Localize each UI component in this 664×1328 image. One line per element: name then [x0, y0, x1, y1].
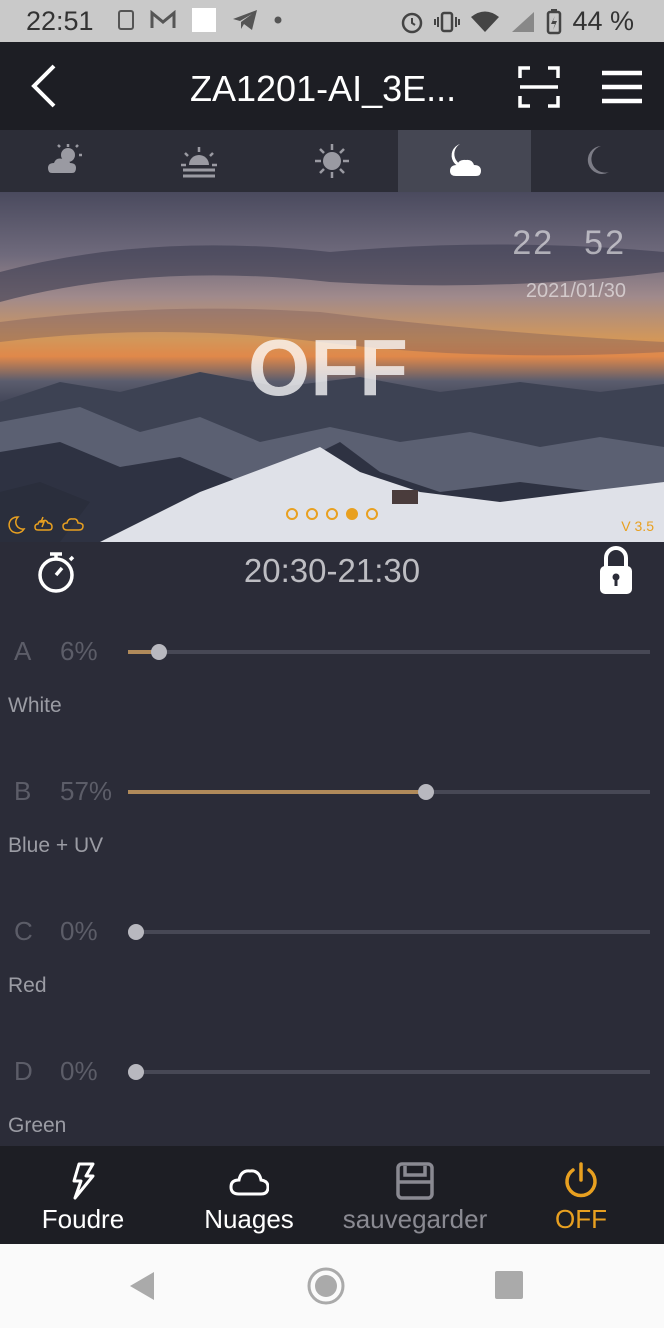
power-icon: [565, 1162, 597, 1198]
bottom-action-bar: Foudre Nuages sauvegarder OFF: [0, 1146, 664, 1244]
back-icon[interactable]: [24, 62, 64, 110]
channel-name: Blue + UV: [8, 834, 104, 857]
channel-letter: B: [14, 776, 32, 806]
page-dot[interactable]: [306, 508, 318, 520]
tab-sun[interactable]: [266, 130, 399, 192]
lock-icon[interactable]: [598, 546, 634, 596]
battery-icon: [547, 8, 562, 34]
lightning-button[interactable]: Foudre: [0, 1146, 166, 1244]
status-bar: 22:51 44 %: [0, 0, 664, 42]
channel-slider[interactable]: [128, 924, 650, 940]
channel-name: White: [8, 694, 62, 717]
lightning-icon: [72, 1162, 95, 1200]
home-circle-icon[interactable]: [306, 1266, 346, 1306]
battery-percent: 44 %: [572, 6, 634, 36]
clock-minute: 52: [584, 224, 626, 262]
page-dot-active[interactable]: [346, 508, 358, 520]
clouds-label: Nuages: [204, 1204, 294, 1234]
wifi-icon: [471, 11, 500, 32]
save-button[interactable]: sauvegarder: [332, 1146, 498, 1244]
slider-thumb[interactable]: [417, 784, 434, 800]
telegram-icon: [233, 10, 257, 30]
power-label: OFF: [555, 1204, 607, 1234]
timer-range: 20:30-21:30: [243, 552, 421, 589]
slider-thumb[interactable]: [128, 924, 144, 940]
clouds-button[interactable]: Nuages: [166, 1146, 332, 1244]
hero-date: 2021/01/30: [525, 280, 626, 302]
scan-icon[interactable]: [518, 66, 560, 108]
lightning-label: Foudre: [41, 1204, 125, 1234]
android-nav-bar: [0, 1244, 664, 1328]
channel-letter: D: [14, 1056, 33, 1086]
mini-moon-icon: [8, 516, 26, 534]
tab-cloudy-sun[interactable]: [0, 130, 133, 192]
page-dot[interactable]: [326, 508, 338, 520]
channel-slider[interactable]: [128, 1064, 650, 1080]
channel-slider[interactable]: [128, 644, 650, 660]
cloud-icon: [229, 1169, 269, 1196]
image-icon: [192, 8, 216, 32]
sim-icon: [118, 10, 134, 30]
slider-thumb[interactable]: [128, 1064, 144, 1080]
clock-hour: 22: [512, 224, 555, 262]
save-label: sauvegarder: [342, 1204, 488, 1234]
tab-moon[interactable]: [531, 130, 664, 192]
timer-row: 20:30-21:30: [0, 542, 664, 602]
signal-icon: [512, 11, 535, 32]
channel-percent: 57%: [60, 776, 113, 806]
status-time: 22:51: [26, 6, 94, 36]
hero-state: OFF: [248, 323, 408, 412]
moon-icon: [587, 146, 609, 174]
channel-name: Red: [8, 974, 47, 997]
channel-letter: A: [14, 636, 32, 666]
app-header: ZA1201-AI_3E...: [0, 42, 664, 130]
slider-thumb[interactable]: [151, 644, 168, 660]
recents-square-icon[interactable]: [490, 1266, 530, 1306]
vibrate-icon: [434, 11, 461, 32]
mini-cloud-icon: [62, 518, 84, 531]
gmail-icon: [150, 10, 176, 28]
hero-clock: 22 52: [512, 224, 626, 263]
mini-lightning-cloud-icon: [34, 516, 53, 531]
system-icons: 44 %: [400, 6, 634, 37]
moon-cloud-icon: [449, 144, 481, 176]
hero-banner: 22 52 2021/01/30 OFF V 3.5: [0, 192, 664, 542]
notification-icons: [118, 8, 282, 32]
sun-icon: [314, 144, 349, 178]
channel-letter: C: [14, 916, 33, 946]
channel-b: B 57% Blue + UV: [0, 776, 664, 916]
channel-a: A 6% White: [0, 636, 664, 776]
mode-tabs: [0, 130, 664, 192]
tab-sunrise[interactable]: [133, 130, 266, 192]
menu-icon[interactable]: [602, 70, 642, 104]
sunrise-icon: [181, 147, 218, 178]
channel-name: Green: [8, 1114, 67, 1137]
channel-slider[interactable]: [128, 784, 650, 800]
page-dot[interactable]: [286, 508, 298, 520]
slider-fill: [128, 790, 426, 794]
tab-moon-cloud[interactable]: [398, 130, 532, 192]
alarm-icon: [402, 12, 423, 33]
channel-percent: 0%: [60, 916, 98, 946]
device-title: ZA1201-AI_3E...: [190, 68, 457, 109]
save-icon: [396, 1162, 434, 1200]
power-button[interactable]: OFF: [498, 1146, 664, 1244]
channel-percent: 0%: [60, 1056, 98, 1086]
back-triangle-icon[interactable]: [124, 1266, 164, 1306]
page-dot[interactable]: [366, 508, 378, 520]
channel-c: C 0% Red: [0, 916, 664, 1056]
dot-icon: [274, 16, 282, 24]
hero-mode-icons: [8, 516, 84, 534]
cloudy-sun-icon: [48, 144, 83, 173]
version-label: V 3.5: [621, 518, 654, 534]
page-indicator: [286, 508, 378, 520]
channel-percent: 6%: [60, 636, 98, 666]
